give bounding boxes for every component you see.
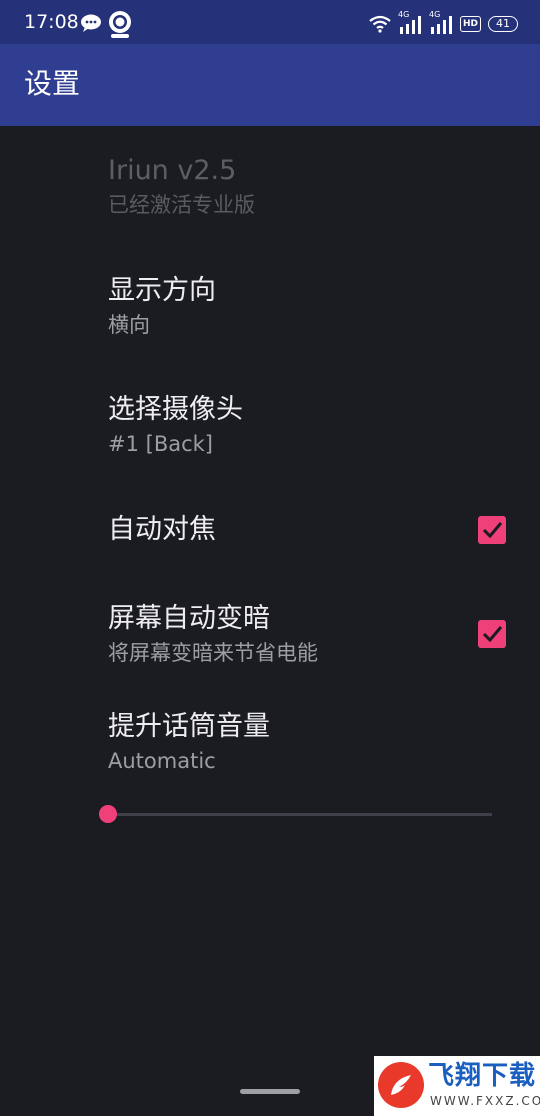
app-bar: 设置 [0,44,540,126]
pref-version-title: Iriun v2.5 [108,155,237,186]
pref-mic-boost-summary: Automatic [108,749,216,773]
pref-orientation-title: 显示方向 [108,275,216,306]
check-icon [482,522,503,539]
pref-dim-screen-summary: 将屏幕变暗来节省电能 [108,641,318,665]
pref-version-summary: 已经激活专业版 [108,193,255,217]
cell-signal-1: 4G [398,10,422,34]
mic-boost-slider-thumb[interactable] [99,805,117,823]
pref-autofocus-title: 自动对焦 [108,514,216,545]
hd-voice-icon: HD [459,16,481,32]
pref-orientation-summary: 横向 [108,313,150,337]
pref-dim-screen-title: 屏幕自动变暗 [108,603,270,634]
pref-camera[interactable]: 选择摄像头 #1 [Back] [108,393,508,458]
watermark-domain: WWW.FXXZ.COM [430,1094,540,1108]
page-title: 设置 [24,67,81,100]
pref-version: Iriun v2.5 已经激活专业版 [108,154,508,219]
wifi-icon [369,15,391,33]
status-icons: 4G 4G HD 41 [369,10,518,35]
chat-bubble-icon [81,14,101,32]
pref-dim-screen[interactable]: 屏幕自动变暗 将屏幕变暗来节省电能 [108,602,508,667]
dim-screen-checkbox[interactable] [478,620,506,648]
pref-camera-summary: #1 [Back] [108,432,213,456]
status-time: 17:08 [24,11,79,33]
pref-autofocus[interactable]: 自动对焦 [108,513,508,547]
check-icon [482,626,503,643]
pref-mic-boost-title: 提升话筒音量 [108,711,270,742]
watermark-logo [378,1062,424,1108]
status-bar: 17:08 4G 4G HD 41 [0,0,540,44]
pref-camera-title: 选择摄像头 [108,394,243,425]
watermark-brand: 飞翔下载 [428,1061,537,1091]
pref-mic-boost[interactable]: 提升话筒音量 Automatic [108,710,508,775]
battery-indicator: 41 [488,16,518,32]
autofocus-checkbox[interactable] [478,516,506,544]
webcam-icon [109,11,131,38]
feather-icon [391,1075,411,1095]
signal-bars-icon [430,16,452,34]
cell-signal-2: 4G [429,10,453,34]
pref-orientation[interactable]: 显示方向 横向 [108,274,508,339]
signal-bars-icon [399,16,421,34]
watermark: 飞翔下载 WWW.FXXZ.COM [374,1056,540,1116]
mic-boost-slider-track[interactable] [108,813,492,816]
gesture-nav-handle[interactable] [240,1089,300,1094]
